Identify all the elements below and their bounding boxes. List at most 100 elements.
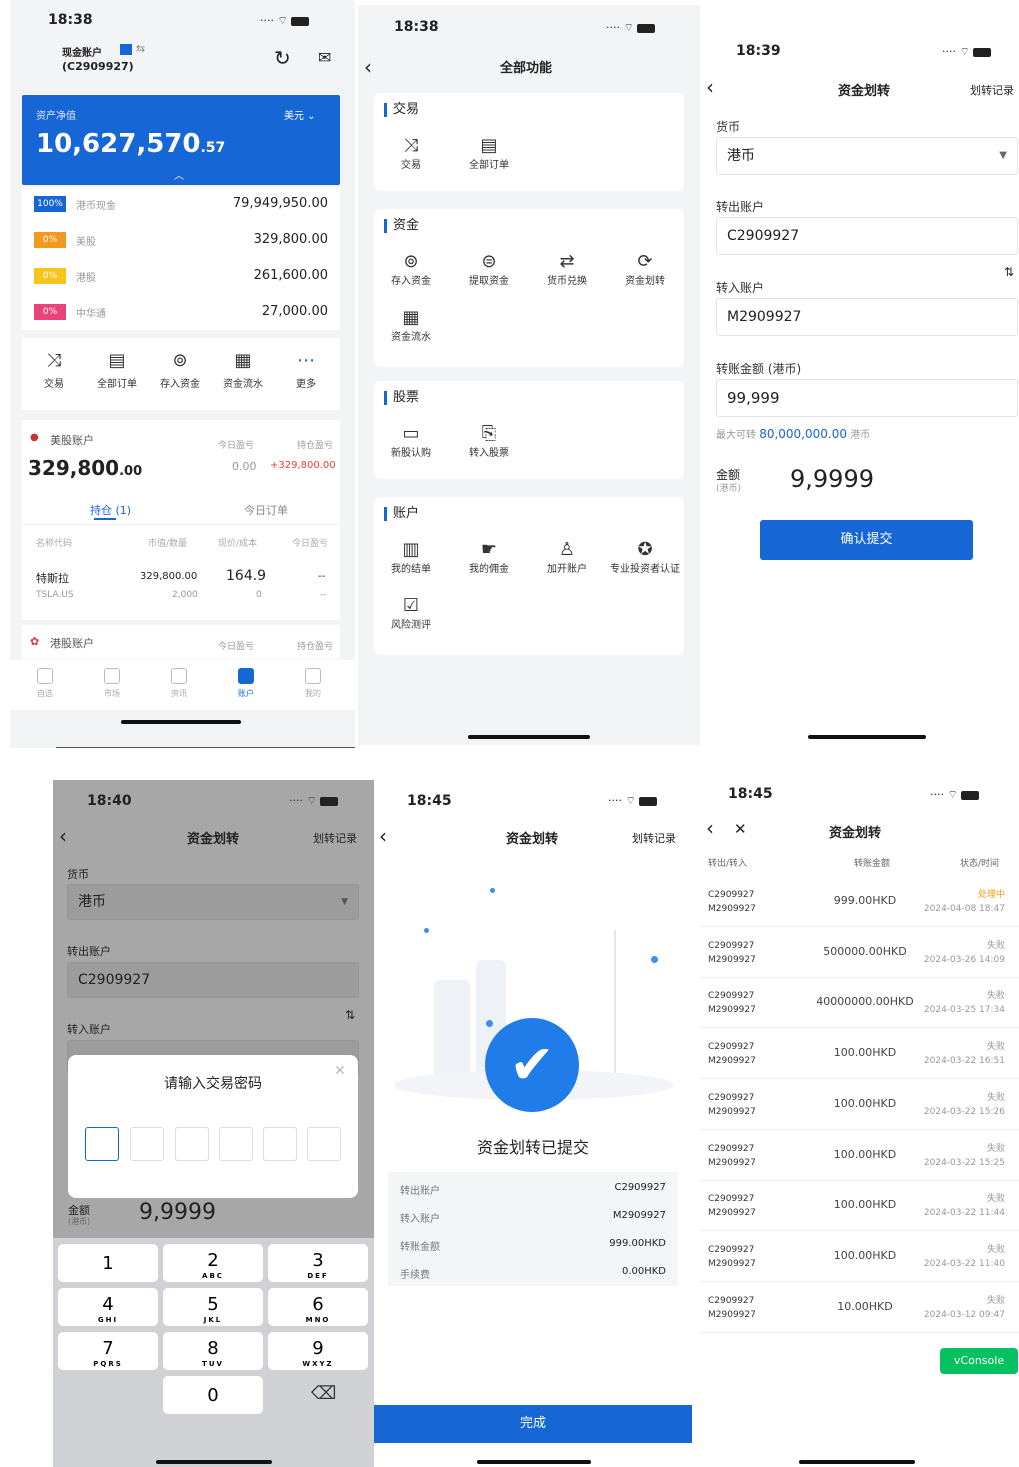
pin-box[interactable] [263, 1127, 297, 1161]
back-icon[interactable]: ‹ [59, 824, 67, 848]
to-account-field[interactable]: M2909927 [716, 298, 1018, 336]
transfer-records-link[interactable]: 划转记录 [313, 830, 357, 846]
record-row[interactable]: C2909927 M2909927 500000.00HKD 失败 2024-03-26… [700, 927, 1019, 978]
function-shuffle[interactable]: ⤨ 交易 [376, 135, 446, 172]
record-row[interactable]: C2909927 M2909927 100.00HKD 失败 2024-03-22 16… [700, 1028, 1019, 1080]
asset-row[interactable]: 0% 港股 261,600.00 [22, 258, 340, 294]
from-account-field[interactable]: C2909927 [67, 962, 359, 998]
record-row[interactable]: C2909927 M2909927 10.00HKD 失败 2024-03-12 09:… [700, 1282, 1019, 1333]
tab-2[interactable]: 资讯 [154, 668, 204, 699]
switch-icon[interactable]: ⇆ [136, 42, 145, 55]
home-indicator [477, 1460, 591, 1464]
key-4[interactable]: 4 GHI [58, 1288, 158, 1326]
backspace-icon[interactable]: ⌫ [311, 1383, 336, 1404]
amount-input[interactable]: 99,999 [716, 379, 1018, 417]
summary-key: 转入账户 [400, 1214, 440, 1225]
pin-box[interactable] [130, 1127, 164, 1161]
currency-select[interactable]: 港币 ▼ [67, 884, 359, 920]
tab-1[interactable]: 市场 [87, 668, 137, 699]
key-6[interactable]: 6 MNO [268, 1288, 368, 1326]
collapse-icon[interactable]: ︿ [174, 167, 184, 182]
transfer-records-link[interactable]: 划转记录 [970, 82, 1014, 98]
section-card-2: 股票 ▭ 新股认购 ⎘ 转入股票 [374, 381, 684, 479]
numeric-keyboard: 1 2 ABC 3 DEF 4 GHI 5 JKL 6 MNO 7 PQRS 8 TUV 9 WXYZ 0 ⌫ [53, 1238, 374, 1467]
submit-button[interactable]: 确认提交 [760, 520, 973, 560]
quick-document[interactable]: ▤ 全部订单 [87, 350, 147, 390]
quick-shuffle[interactable]: ⤨ 交易 [24, 350, 84, 390]
swap-icon[interactable]: ⇅ [1004, 265, 1014, 279]
function-statement[interactable]: ▥ 我的结单 [376, 539, 446, 576]
done-button[interactable]: 完成 [374, 1405, 692, 1443]
tab-4[interactable]: 我的 [288, 668, 338, 699]
function-withdraw[interactable]: ⊜ 提取资金 [454, 251, 524, 288]
close-icon[interactable]: ✕ [734, 820, 747, 838]
record-status: 失败 2024-03-22 15:25 [924, 1142, 1005, 1170]
pin-box[interactable] [219, 1127, 253, 1161]
commission-icon: ☛ [480, 539, 498, 560]
asset-row[interactable]: 0% 中华通 27,000.00 [22, 294, 340, 330]
back-icon[interactable]: ‹ [706, 75, 714, 99]
key-8[interactable]: 8 TUV [163, 1332, 263, 1370]
back-icon[interactable]: ‹ [364, 55, 372, 79]
to-account-label: 转入账户 [67, 1023, 111, 1036]
key-0[interactable]: 0 [163, 1376, 263, 1414]
record-row[interactable]: C2909927 M2909927 40000000.00HKD 失败 2024-03-… [700, 977, 1019, 1029]
function-document[interactable]: ▤ 全部订单 [454, 135, 524, 172]
currency-select[interactable]: 港币 ▼ [716, 137, 1018, 175]
function-commission[interactable]: ☛ 我的佣金 [454, 539, 524, 576]
function-add-account[interactable]: ♙ 加开账户 [532, 539, 602, 576]
quick-more[interactable]: ⋯ 更多 [276, 350, 336, 390]
asset-row[interactable]: 0% 美股 329,800.00 [22, 222, 340, 258]
stock-name[interactable]: 特斯拉 [36, 570, 69, 586]
key-digit: 3 [312, 1250, 324, 1271]
vconsole-button[interactable]: vConsole [940, 1348, 1018, 1374]
record-row[interactable]: C2909927 M2909927 100.00HKD 失败 2024-03-22 11… [700, 1231, 1019, 1282]
tab-0[interactable]: 自选 [20, 668, 70, 699]
record-row[interactable]: C2909927 M2909927 100.00HKD 失败 2024-03-22 11… [700, 1180, 1019, 1232]
function-stock-in[interactable]: ⎘ 转入股票 [454, 423, 524, 460]
record-status: 失败 2024-03-22 16:51 [924, 1040, 1005, 1068]
mail-icon[interactable]: ✉ [318, 48, 331, 67]
asset-row[interactable]: 100% 港币现金 79,949,950.00 [22, 186, 340, 222]
status-icons: ···· ⌔ [260, 14, 310, 28]
pin-box[interactable] [307, 1127, 341, 1161]
key-5[interactable]: 5 JKL [163, 1288, 263, 1326]
close-icon[interactable]: ✕ [334, 1063, 346, 1079]
record-row[interactable]: C2909927 M2909927 100.00HKD 失败 2024-03-22 15… [700, 1079, 1019, 1130]
account-name[interactable]: 现金账户 [62, 44, 102, 59]
pin-box[interactable] [85, 1127, 119, 1161]
pin-box[interactable] [175, 1127, 209, 1161]
status-time: 18:45 [728, 786, 773, 802]
quick-ledger[interactable]: ▦ 资金流水 [213, 350, 273, 390]
tab-3[interactable]: 账户 [221, 668, 271, 699]
record-row[interactable]: C2909927 M2909927 100.00HKD 失败 2024-03-22 15… [700, 1130, 1019, 1181]
from-account-field[interactable]: C2909927 [716, 217, 1018, 255]
key-1[interactable]: 1 [58, 1244, 158, 1282]
swap-icon[interactable]: ⇅ [345, 1008, 355, 1022]
function-exchange[interactable]: ⇄ 货币兑换 [532, 251, 602, 288]
record-amount: 40000000.00HKD [816, 995, 914, 1009]
back-icon[interactable]: ‹ [706, 816, 714, 840]
record-status: 失败 2024-03-22 11:44 [924, 1192, 1005, 1220]
refresh-icon[interactable]: ↻ [274, 46, 291, 70]
currency-select[interactable]: 美元 ⌄ [284, 107, 316, 122]
function-risk[interactable]: ☑ 风险测评 [376, 595, 446, 632]
quick-deposit[interactable]: ⊚ 存入资金 [150, 350, 210, 390]
tab-position[interactable]: 持仓 (1) [90, 502, 131, 518]
tab-orders[interactable]: 今日订单 [244, 502, 288, 518]
function-transfer[interactable]: ⟳ 资金划转 [610, 251, 680, 288]
key-2[interactable]: 2 ABC [163, 1244, 263, 1282]
function-ipo[interactable]: ▭ 新股认购 [376, 423, 446, 460]
record-accounts: C2909927 M2909927 [708, 1243, 756, 1271]
key-7[interactable]: 7 PQRS [58, 1332, 158, 1370]
back-icon[interactable]: ‹ [379, 824, 387, 848]
key-3[interactable]: 3 DEF [268, 1244, 368, 1282]
record-row[interactable]: C2909927 M2909927 999.00HKD 处理中 2024-04-08 1… [700, 876, 1019, 927]
function-certificate[interactable]: ✪ 专业投资者认证 [610, 539, 680, 576]
transfer-records-link[interactable]: 划转记录 [632, 830, 676, 846]
summary-key: 手续费 [400, 1270, 430, 1281]
key-9[interactable]: 9 WXYZ [268, 1332, 368, 1370]
col-pl: 今日盈亏 [292, 539, 329, 549]
function-deposit[interactable]: ⊚ 存入资金 [376, 251, 446, 288]
function-ledger[interactable]: ▦ 资金流水 [376, 307, 446, 344]
